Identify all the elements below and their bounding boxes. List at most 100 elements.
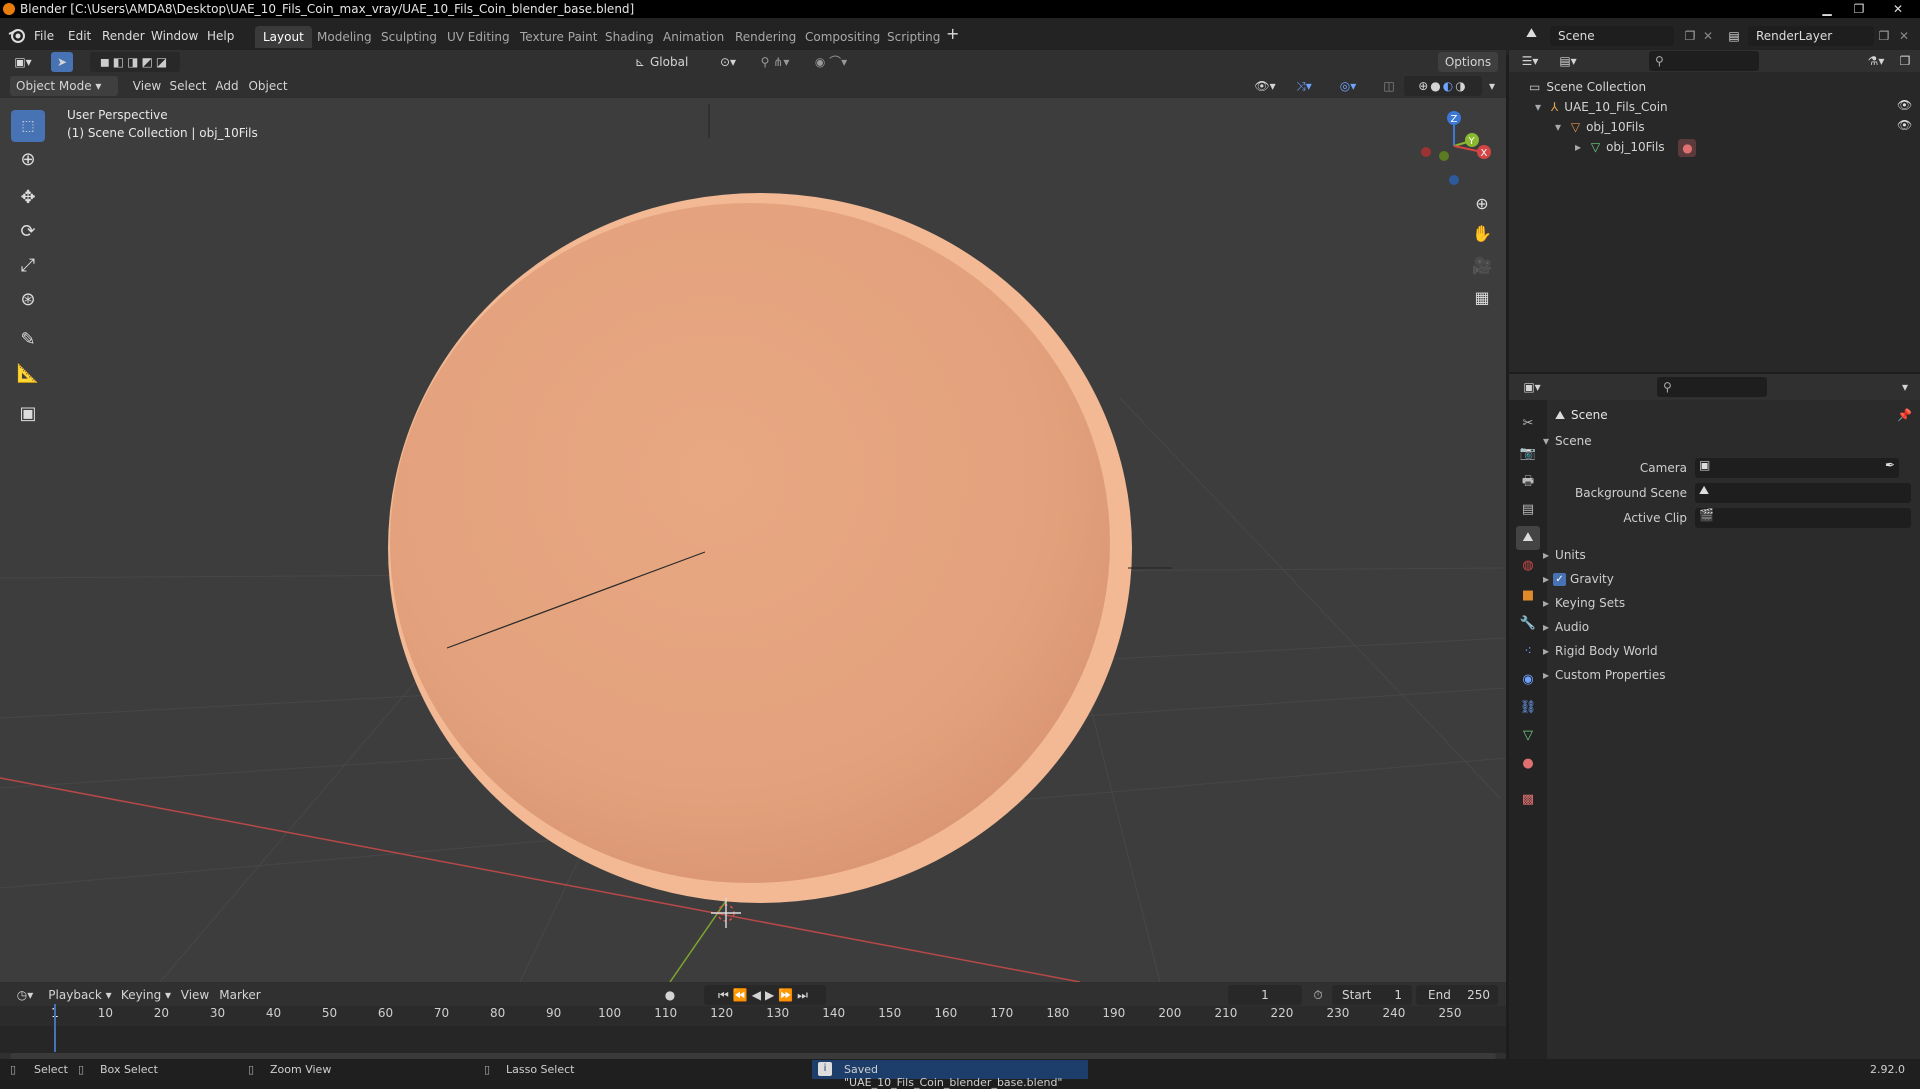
properties-search-input[interactable]: ⚲ — [1657, 377, 1767, 397]
menu-object[interactable]: Object — [246, 76, 290, 96]
orientation-icon[interactable]: ⊾ — [630, 52, 650, 72]
disclosure-triangle-icon[interactable]: ▸ — [1575, 140, 1581, 154]
outliner-search-input[interactable]: ⚲ — [1649, 51, 1759, 71]
particles-tab-icon[interactable]: ⁖ — [1516, 640, 1540, 664]
gizmo-toggle-icon[interactable]: ⤨▾ — [1286, 76, 1322, 96]
tab-shading[interactable]: Shading — [597, 26, 662, 48]
move-tool-icon[interactable]: ✥ — [11, 182, 45, 214]
modifier-tab-icon[interactable]: 🔧 — [1516, 612, 1540, 636]
view-layer-tab-icon[interactable]: ▤ — [1516, 498, 1540, 522]
menu-select[interactable]: Select — [168, 76, 208, 96]
3d-cursor-icon[interactable] — [711, 898, 741, 928]
measure-tool-icon[interactable]: 📐 — [11, 358, 45, 390]
outliner[interactable]: ▭ Scene Collection ▾ ⅄ UAE_10_Fils_Coin ▾ … — [1509, 72, 1920, 372]
playback-controls-icons[interactable]: ⏮⏪◀▶⏩⏭ — [704, 985, 826, 1005]
tab-uv-editing[interactable]: UV Editing — [439, 26, 518, 48]
visibility-eye-icon[interactable]: 👁 — [1897, 118, 1912, 132]
timeline[interactable]: ◷▾ Playback ▾ Keying ▾ View Marker ● ⏮⏪◀… — [0, 982, 1506, 1059]
physics-tab-icon[interactable]: ◉ — [1516, 668, 1540, 692]
transform-orientation-dropdown[interactable]: Global — [650, 52, 708, 72]
custom-properties-panel-header[interactable]: ▸ Custom Properties — [1543, 664, 1665, 686]
tab-texture-paint[interactable]: Texture Paint — [512, 26, 605, 48]
panel-collapse-icon[interactable]: ▸ — [1543, 620, 1549, 634]
constraints-tab-icon[interactable]: ⛓ — [1516, 696, 1540, 720]
panel-collapse-icon[interactable]: ▸ — [1543, 572, 1549, 586]
panel-expand-icon[interactable]: ▾ — [1543, 434, 1549, 448]
rigid-body-world-panel-header[interactable]: ▸ Rigid Body World — [1543, 640, 1658, 662]
shading-mode-icons[interactable]: ⊕●◐◑ — [1404, 76, 1482, 96]
scene-panel-header[interactable]: ▾ Scene — [1543, 430, 1592, 452]
material-icon[interactable]: ● — [1678, 138, 1697, 157]
eyedropper-icon[interactable]: ✒ — [1885, 458, 1895, 472]
record-icon[interactable]: ● — [660, 985, 680, 1005]
transform-tool-icon[interactable]: ⊛ — [11, 284, 45, 316]
units-panel-header[interactable]: ▸ Units — [1543, 544, 1586, 566]
cursor-tool-icon[interactable]: ⊕ — [11, 144, 45, 176]
blender-menu-icon[interactable] — [8, 26, 26, 44]
menu-view[interactable]: View — [130, 76, 164, 96]
minimize-button[interactable]: ▁ — [1812, 0, 1842, 18]
outliner-root[interactable]: ▭ Scene Collection — [1529, 78, 1646, 96]
filter-icon[interactable]: ⚗▾ — [1861, 51, 1891, 71]
menu-keying[interactable]: Keying ▾ — [118, 985, 174, 1005]
pivot-point-icon[interactable]: ⊙▾ — [712, 52, 744, 72]
annotate-tool-icon[interactable]: ✎ — [11, 324, 45, 356]
tab-modeling[interactable]: Modeling — [309, 26, 380, 48]
properties-options-icon[interactable]: ▾ — [1897, 377, 1913, 397]
new-collection-icon[interactable]: ❐ — [1895, 51, 1915, 71]
close-button[interactable]: ✕ — [1878, 0, 1918, 18]
maximize-button[interactable]: ❐ — [1844, 0, 1874, 18]
gravity-checkbox[interactable]: ✓ — [1553, 573, 1567, 586]
menu-window[interactable]: Window — [151, 26, 198, 46]
options-dropdown[interactable]: Options — [1438, 52, 1498, 72]
select-box-tool-icon[interactable]: ⬚ — [11, 110, 45, 142]
menu-help[interactable]: Help — [207, 26, 234, 46]
object-tab-icon[interactable]: ■ — [1516, 584, 1540, 608]
properties-editor-type-icon[interactable]: ▣▾ — [1517, 377, 1547, 397]
selection-mode-icons[interactable]: ◼◧◨◩◪ — [90, 52, 180, 72]
menu-render[interactable]: Render — [102, 26, 145, 46]
pin-icon[interactable]: 📌 — [1897, 408, 1912, 422]
add-cube-tool-icon[interactable]: ▣ — [11, 398, 45, 430]
texture-tab-icon[interactable]: ▩ — [1516, 788, 1540, 812]
rotate-tool-icon[interactable]: ⟳ — [11, 216, 45, 248]
navigation-gizmo[interactable]: Z Y X — [1410, 108, 1500, 188]
xray-toggle-icon[interactable]: ◫ — [1378, 76, 1400, 96]
pan-view-icon[interactable]: ✋ — [1468, 220, 1496, 248]
add-workspace-button[interactable]: + — [946, 24, 959, 44]
panel-collapse-icon[interactable]: ▸ — [1543, 644, 1549, 658]
outliner-item-obj[interactable]: ▾ ▽ obj_10Fils — [1555, 118, 1645, 136]
keyframe-area[interactable] — [0, 1026, 1506, 1053]
new-scene-icon[interactable]: ❐ — [1680, 26, 1700, 46]
current-frame-field[interactable]: 1 — [1228, 985, 1302, 1005]
data-tab-icon[interactable]: ▽ — [1516, 724, 1540, 748]
audio-panel-header[interactable]: ▸ Audio — [1543, 616, 1589, 638]
tool-tab-icon[interactable]: ✂ — [1516, 412, 1540, 436]
material-tab-icon[interactable]: ● — [1516, 752, 1540, 776]
perspective-toggle-icon[interactable]: ▦ — [1468, 284, 1496, 312]
visibility-icon[interactable]: 👁▾ — [1250, 76, 1280, 96]
camera-view-icon[interactable]: 🎥 — [1468, 252, 1496, 280]
active-clip-field[interactable]: 🎬 — [1695, 508, 1911, 528]
overlays-toggle-icon[interactable]: ◎▾ — [1330, 76, 1366, 96]
keying-sets-panel-header[interactable]: ▸ Keying Sets — [1543, 592, 1625, 614]
menu-marker[interactable]: Marker — [218, 985, 262, 1005]
tab-compositing[interactable]: Compositing — [797, 26, 888, 48]
new-view-layer-icon[interactable]: ❐ — [1874, 26, 1894, 46]
display-mode-icon[interactable]: ▤▾ — [1553, 51, 1583, 71]
panel-collapse-icon[interactable]: ▸ — [1543, 596, 1549, 610]
menu-timeline-view[interactable]: View — [180, 985, 210, 1005]
3d-viewport[interactable]: User Perspective (1) Scene Collection | … — [0, 98, 1506, 982]
outliner-item-coin-collection[interactable]: ▾ ⅄ UAE_10_Fils_Coin — [1535, 98, 1668, 116]
shading-options-icon[interactable]: ▾ — [1482, 76, 1502, 96]
stopwatch-icon[interactable]: ⏱ — [1308, 985, 1328, 1005]
object-mode-dropdown[interactable]: Object Mode ▾ — [10, 76, 118, 96]
menu-file[interactable]: File — [34, 26, 54, 46]
camera-field[interactable]: ▣ ✒ — [1695, 458, 1899, 478]
menu-playback[interactable]: Playback ▾ — [48, 985, 112, 1005]
scale-tool-icon[interactable]: ⤢ — [11, 250, 45, 282]
scene-selector[interactable]: Scene — [1550, 26, 1674, 46]
render-tab-icon[interactable]: 📷 — [1516, 442, 1540, 466]
menu-edit[interactable]: Edit — [68, 26, 91, 46]
disclosure-triangle-icon[interactable]: ▾ — [1555, 120, 1561, 134]
